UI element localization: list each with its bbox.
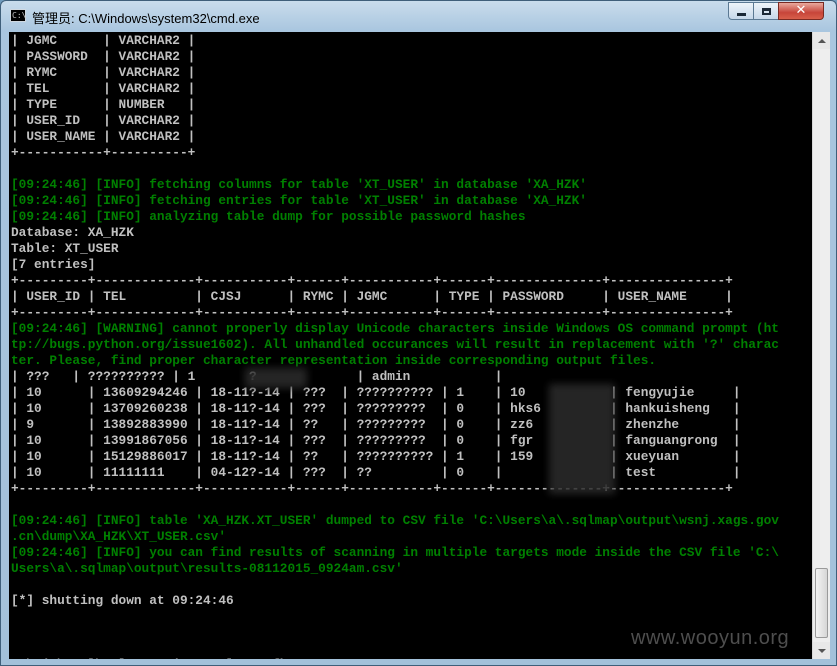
vertical-scrollbar[interactable] [812, 32, 830, 659]
console-line: | USER_ID | VARCHAR2 | [11, 113, 196, 128]
console-line: [09:24:46] [WARNING] cannot properly dis… [11, 321, 779, 336]
console-line: | 10 | 13609294246 | 18-11?-14 | ??? | ?… [11, 385, 741, 400]
close-button[interactable]: ✕ [778, 2, 824, 20]
scroll-up-button[interactable] [813, 32, 830, 49]
maximize-icon [761, 7, 771, 15]
console-line: | 10 | 15129886017 | 18-11?-14 | ?? | ??… [11, 449, 741, 464]
watermark: www.wooyun.org [631, 627, 790, 649]
console-line: [7 entries] [11, 257, 96, 272]
minimize-icon [736, 12, 746, 16]
console-line: | USER_ID | TEL | CJSJ | RYMC | JGMC | T… [11, 289, 733, 304]
console-line: [09:24:46] [INFO] fetching columns for t… [11, 177, 587, 192]
console-line: | JGMC | VARCHAR2 | [11, 33, 196, 48]
window-title: 管理员: C:\Windows\system32\cmd.exe [32, 11, 260, 26]
console-line: +---------+-------------+-----------+---… [11, 481, 733, 496]
console-line: | RYMC | VARCHAR2 | [11, 65, 196, 80]
console-line: | 10 | 13991867056 | 18-11?-14 | ??? | ?… [11, 433, 741, 448]
console-line: [09:24:46] [INFO] analyzing table dump f… [11, 209, 526, 224]
console-line: | USER_NAME | VARCHAR2 | [11, 129, 196, 144]
console-line: +-----------+----------+ [11, 145, 196, 160]
console-line: | ??? | ?????????? | 1 ? | admin | [11, 369, 503, 384]
title-bar[interactable]: C:\ 管理员: C:\Windows\system32\cmd.exe ✕ [1, 1, 836, 31]
redaction-blur [549, 384, 615, 494]
console-line: Table: XT_USER [11, 241, 119, 256]
console-line: Users\a\.sqlmap\output\results-08112015_… [11, 561, 403, 576]
console-line: | TYPE | NUMBER | [11, 97, 196, 112]
maximize-button[interactable] [753, 2, 779, 20]
console-line: [*] shutting down at 09:24:46 [11, 593, 234, 608]
console-line: tp://bugs.python.org/issue1602). All unh… [11, 337, 779, 352]
up-arrow-icon [817, 38, 826, 43]
console-line: +---------+-------------+-----------+---… [11, 305, 733, 320]
console-line: F:\sjs\tool\sqlmapproject-sqlmap-0fb5767… [11, 657, 779, 659]
console-line: +---------+-------------+-----------+---… [11, 273, 733, 288]
scrollbar-thumb[interactable] [815, 568, 828, 638]
console-line: [09:24:46] [INFO] you can find results o… [11, 545, 779, 560]
scroll-down-button[interactable] [813, 642, 830, 659]
down-arrow-icon [817, 648, 826, 653]
close-icon: ✕ [795, 3, 807, 18]
console-line: ter. Please, find proper character repre… [11, 353, 657, 368]
cmd-window: C:\ 管理员: C:\Windows\system32\cmd.exe ✕ |… [0, 0, 837, 666]
console-line: | PASSWORD | VARCHAR2 | [11, 49, 196, 64]
console-line: [09:24:46] [INFO] table 'XA_HZK.XT_USER'… [11, 513, 779, 528]
console-line: Database: XA_HZK [11, 225, 134, 240]
console-line: | 10 | 11111111 | 04-12?-14 | ??? | ?? |… [11, 465, 741, 480]
console-line: | 9 | 13892883990 | 18-11?-14 | ?? | ???… [11, 417, 741, 432]
console-line: [09:24:46] [INFO] fetching entries for t… [11, 193, 587, 208]
redaction-blur [245, 368, 307, 388]
console-line: | 10 | 13709260238 | 18-11?-14 | ??? | ?… [11, 401, 741, 416]
console-line: .cn\dump\XA_HZK\XT_USER.csv' [11, 529, 227, 544]
minimize-button[interactable] [728, 2, 754, 20]
console-line: | TEL | VARCHAR2 | [11, 81, 196, 96]
console-output[interactable]: | JGMC | VARCHAR2 | | PASSWORD | VARCHAR2… [9, 32, 812, 659]
console-lines: | JGMC | VARCHAR2 | | PASSWORD | VARCHAR2… [11, 33, 779, 659]
cmd-app-icon[interactable]: C:\ [10, 9, 26, 22]
